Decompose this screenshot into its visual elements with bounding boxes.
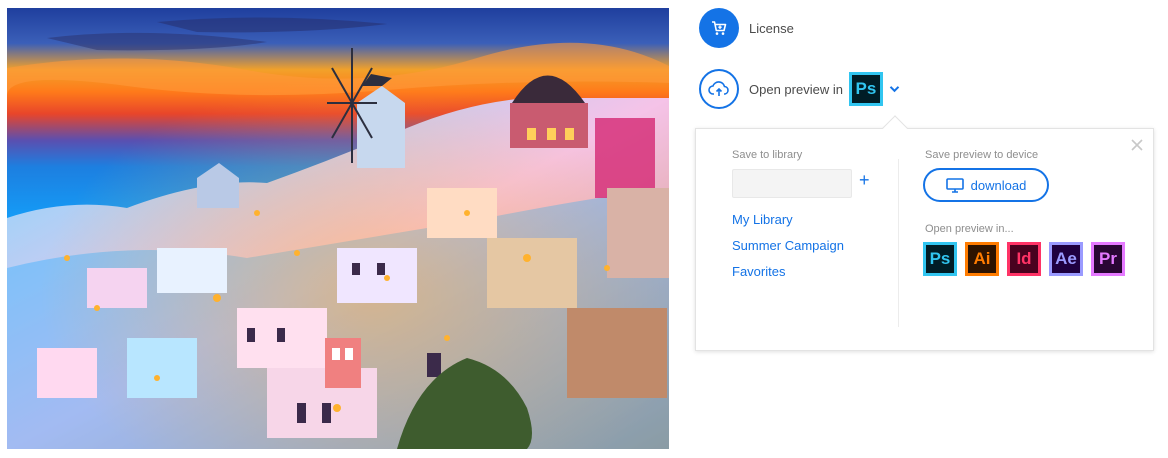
cart-icon[interactable] [699, 8, 739, 48]
license-label[interactable]: License [749, 21, 794, 36]
chevron-down-icon[interactable] [889, 83, 901, 95]
app-abbr: Ai [973, 249, 991, 268]
indesign-icon[interactable]: Id [1007, 242, 1041, 276]
open-preview-popover: Save to library + My Library Summer Camp… [695, 128, 1154, 351]
download-button[interactable]: download [923, 168, 1049, 202]
app-abbr: Ps [929, 249, 951, 268]
add-icon[interactable]: + [859, 171, 873, 189]
save-to-library-title: Save to library [732, 149, 803, 161]
app-abbr: Id [1016, 249, 1032, 268]
photoshop-app-icon[interactable]: Ps [848, 72, 883, 106]
premiere-icon[interactable]: Pr [1091, 242, 1125, 276]
save-to-device-title: Save preview to device [925, 149, 1039, 161]
library-item-my-library[interactable]: My Library [732, 212, 793, 227]
section-divider [898, 159, 899, 327]
asset-preview-image [7, 8, 669, 449]
after-effects-icon[interactable]: Ae [1049, 242, 1083, 276]
monitor-icon [945, 177, 964, 193]
asset-detail-view: License Open preview in Ps Save to libra… [0, 0, 1168, 458]
app-abbr: Pr [1099, 249, 1117, 268]
open-preview-action[interactable]: Open preview in Ps [699, 69, 901, 109]
library-item-summer-campaign[interactable]: Summer Campaign [732, 238, 844, 253]
close-icon[interactable] [1129, 137, 1145, 153]
illustrator-icon[interactable]: Ai [965, 242, 999, 276]
license-action[interactable]: License [699, 8, 794, 48]
library-item-favorites[interactable]: Favorites [732, 264, 785, 279]
library-search-input[interactable] [732, 169, 852, 198]
download-label: download [970, 177, 1027, 193]
current-app-abbr: Ps [855, 79, 877, 98]
open-preview-in-title: Open preview in... [925, 223, 1014, 235]
open-preview-label[interactable]: Open preview in [749, 82, 843, 97]
cloud-upload-icon[interactable] [699, 69, 739, 109]
app-abbr: Ae [1055, 249, 1077, 268]
app-icon-list: Ps Ai Id Ae Pr [923, 242, 1133, 276]
photoshop-icon[interactable]: Ps [923, 242, 957, 276]
